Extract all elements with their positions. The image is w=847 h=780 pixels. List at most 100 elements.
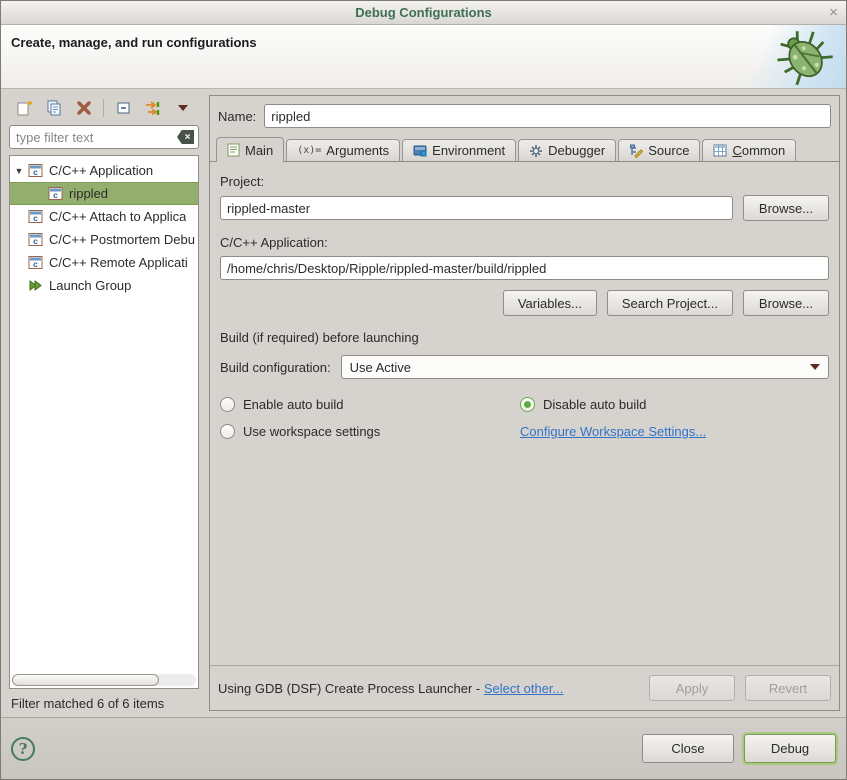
toolbar-separator	[103, 99, 104, 117]
collapse-all-icon[interactable]	[112, 97, 134, 119]
tree-item-cpp-attach[interactable]: c C/C++ Attach to Applica	[10, 205, 198, 228]
radio-icon	[220, 424, 235, 439]
environment-icon	[413, 144, 427, 157]
filter-status: Filter matched 6 of 6 items	[7, 689, 201, 711]
menu-dropdown-icon[interactable]	[172, 97, 194, 119]
c-application-icon: c	[48, 186, 65, 201]
svg-text:c: c	[33, 236, 38, 246]
radio-enable-auto-build[interactable]: Enable auto build	[220, 397, 520, 412]
svg-text:c: c	[33, 167, 38, 177]
build-config-select[interactable]: Use Active	[341, 355, 829, 379]
radio-icon	[220, 397, 235, 412]
application-browse-button[interactable]: Browse...	[743, 290, 829, 316]
build-note: Build (if required) before launching	[220, 330, 829, 345]
c-application-icon: c	[28, 163, 45, 178]
common-icon	[713, 144, 727, 157]
close-button[interactable]: Close	[642, 734, 734, 763]
tree-item-label: Launch Group	[45, 278, 131, 293]
build-config-label: Build configuration:	[220, 360, 331, 375]
project-browse-button[interactable]: Browse...	[743, 195, 829, 221]
tree-item-label: C/C++ Application	[45, 163, 153, 178]
debugger-icon	[529, 144, 543, 158]
tree-item-label: rippled	[65, 186, 108, 201]
tab-label: Environment	[432, 143, 505, 158]
radio-use-workspace-settings[interactable]: Use workspace settings	[220, 424, 520, 439]
new-config-icon[interactable]	[13, 97, 35, 119]
radio-disable-auto-build[interactable]: Disable auto build	[520, 397, 829, 412]
c-application-icon: c	[28, 209, 45, 224]
apply-button[interactable]: Apply	[649, 675, 735, 701]
tree-item-label: C/C++ Attach to Applica	[45, 209, 186, 224]
window-title: Debug Configurations	[355, 5, 492, 20]
main-tab-content: Project: Browse... C/C++ Application: Va…	[210, 162, 839, 665]
tree-item-cpp-remote[interactable]: c C/C++ Remote Applicati	[10, 251, 198, 274]
tab-label: Common	[732, 143, 785, 158]
project-label: Project:	[220, 174, 829, 189]
svg-text:c: c	[33, 213, 38, 223]
radio-selected-icon	[520, 397, 535, 412]
tree-item-label: C/C++ Postmortem Debu	[45, 232, 195, 247]
scrollbar-thumb[interactable]	[12, 674, 159, 686]
variables-button[interactable]: Variables...	[503, 290, 597, 316]
expand-toggle-icon[interactable]: ▼	[10, 166, 28, 176]
auto-build-options: Enable auto build Disable auto build Use…	[220, 397, 829, 439]
tree-item-label: C/C++ Remote Applicati	[45, 255, 188, 270]
duplicate-config-icon[interactable]	[43, 97, 65, 119]
tree-item-cpp-postmortem[interactable]: c C/C++ Postmortem Debu	[10, 228, 198, 251]
filter-box: ×	[9, 125, 199, 149]
svg-text:c: c	[53, 190, 58, 200]
main-area: × ▼ c C/C++ Application c rippled	[1, 89, 846, 717]
tab-label: Main	[245, 143, 273, 158]
radio-label: Disable auto build	[543, 397, 646, 412]
config-tabs: Main (x)= Arguments Environment Debugger…	[210, 137, 839, 162]
tree-item-launch-group[interactable]: Launch Group	[10, 274, 198, 297]
configurations-tree: ▼ c C/C++ Application c rippled	[9, 155, 199, 689]
tab-common[interactable]: Common	[702, 139, 796, 161]
tab-main[interactable]: Main	[216, 137, 284, 162]
select-other-link[interactable]: Select other...	[484, 681, 564, 696]
debug-configurations-dialog: Debug Configurations × Create, manage, a…	[0, 0, 847, 780]
arguments-icon: (x)=	[297, 145, 321, 156]
application-input[interactable]	[220, 256, 829, 280]
tab-arguments[interactable]: (x)= Arguments	[286, 139, 400, 161]
tab-debugger[interactable]: Debugger	[518, 139, 616, 161]
search-project-button[interactable]: Search Project...	[607, 290, 733, 316]
svg-text:c: c	[33, 259, 38, 269]
tree-item-cpp-application[interactable]: ▼ c C/C++ Application	[10, 159, 198, 182]
name-label: Name:	[218, 109, 256, 124]
build-config-value: Use Active	[350, 360, 810, 375]
revert-button[interactable]: Revert	[745, 675, 831, 701]
radio-label: Enable auto build	[243, 397, 343, 412]
name-input[interactable]	[264, 104, 831, 128]
configure-workspace-settings-link[interactable]: Configure Workspace Settings...	[520, 424, 706, 439]
tree-horizontal-scrollbar[interactable]	[12, 674, 196, 686]
tab-source[interactable]: Source	[618, 139, 700, 161]
radio-label: Use workspace settings	[243, 424, 380, 439]
titlebar: Debug Configurations ×	[1, 1, 846, 25]
launch-group-icon	[28, 278, 45, 293]
chevron-down-icon	[810, 364, 820, 370]
c-application-icon: c	[28, 232, 45, 247]
debug-button[interactable]: Debug	[744, 734, 836, 763]
tab-label: Debugger	[548, 143, 605, 158]
configuration-editor-panel: Name: Main (x)= Arguments Environment	[209, 95, 840, 711]
name-row: Name:	[210, 96, 839, 137]
page-title: Create, manage, and run configurations	[11, 35, 257, 50]
filter-configs-icon[interactable]	[142, 97, 164, 119]
config-toolbar	[7, 95, 201, 123]
close-icon[interactable]: ×	[829, 2, 838, 24]
tab-label: Arguments	[326, 143, 389, 158]
tree-item-rippled[interactable]: c rippled	[10, 182, 198, 205]
tab-environment[interactable]: Environment	[402, 139, 516, 161]
delete-config-icon[interactable]	[73, 97, 95, 119]
tab-label: Source	[648, 143, 689, 158]
header-banner: Create, manage, and run configurations	[1, 25, 846, 89]
project-input[interactable]	[220, 196, 733, 220]
help-icon[interactable]: ?	[11, 737, 35, 761]
c-application-icon: c	[28, 255, 45, 270]
launcher-row: Using GDB (DSF) Create Process Launcher …	[210, 665, 839, 710]
filter-input[interactable]	[9, 125, 199, 149]
dialog-button-bar: ? Close Debug	[1, 717, 846, 779]
configurations-sidebar: × ▼ c C/C++ Application c rippled	[7, 95, 201, 711]
launcher-text: Using GDB (DSF) Create Process Launcher …	[218, 681, 480, 696]
